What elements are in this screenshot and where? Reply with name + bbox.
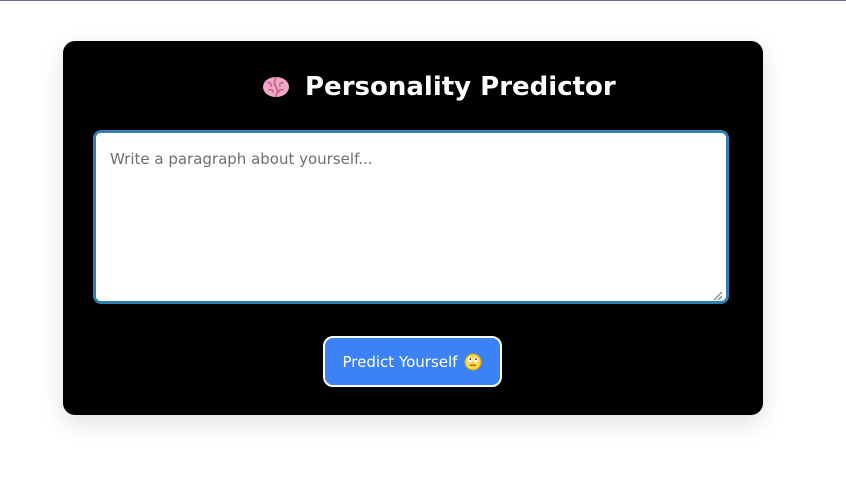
about-yourself-textarea-container	[93, 130, 729, 304]
brain-icon	[261, 75, 291, 99]
predict-yourself-label: Predict Yourself	[342, 352, 458, 371]
resize-handle-icon[interactable]	[712, 287, 723, 301]
page-title: Personality Predictor	[261, 74, 616, 100]
about-yourself-textarea[interactable]	[96, 133, 726, 301]
top-border-line	[0, 0, 846, 1]
predict-yourself-button[interactable]: Predict Yourself	[323, 336, 502, 387]
title-text: Personality Predictor	[305, 72, 616, 102]
face-with-rolling-eyes-icon	[464, 353, 482, 371]
